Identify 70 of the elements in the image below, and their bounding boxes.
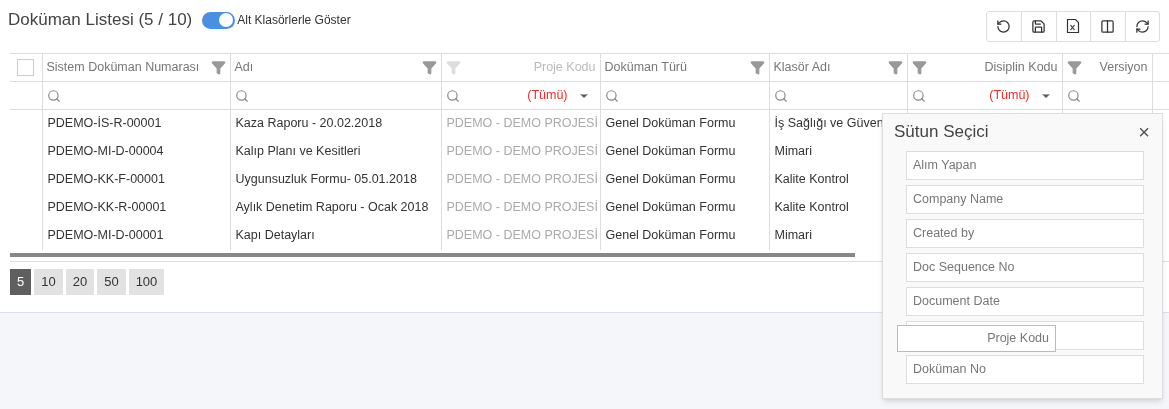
page-size-button[interactable]: 100 <box>128 268 165 295</box>
search-icon <box>234 88 249 103</box>
column-header[interactable]: Doküman Türü <box>600 53 769 82</box>
refresh-icon <box>1134 18 1150 34</box>
filter-value: (Tümü) <box>527 87 568 105</box>
filter-icon[interactable] <box>210 60 226 75</box>
table-cell: Genel Doküman Formu <box>605 228 736 243</box>
filter-icon[interactable] <box>887 60 903 75</box>
column-item[interactable]: Created by <box>906 219 1144 248</box>
table-cell: PDEMO-MI-D-00001 <box>47 228 164 243</box>
select-all-checkbox[interactable] <box>17 59 35 76</box>
page-size-button[interactable]: 10 <box>34 268 63 295</box>
search-icon <box>773 88 788 103</box>
table-cell: Genel Doküman Formu <box>605 144 736 159</box>
table-cell: PDEMO - DEMO PROJESİ <box>446 144 598 159</box>
column-header[interactable]: Sistem Doküman Numarası <box>42 53 230 82</box>
column-item[interactable]: Doc Sequence No <box>906 253 1144 282</box>
column-item[interactable]: Alım Yapan <box>906 151 1144 180</box>
table-cell: Kaza Raporu - 20.02.2018 <box>235 116 383 131</box>
table-cell: PDEMO-MI-D-00004 <box>47 144 164 159</box>
page-size-button[interactable]: 20 <box>65 268 95 295</box>
column-header[interactable]: Disiplin Kodu <box>907 53 1062 82</box>
table-cell: Mimari <box>774 228 812 243</box>
table-cell: Aylık Denetim Raporu - Ocak 2018 <box>235 200 429 215</box>
toggle-label: Alt Klasörlerle Göster <box>237 12 351 29</box>
table-cell: PDEMO - DEMO PROJESİ <box>446 116 598 131</box>
dragged-column-header[interactable]: Proje Kodu <box>897 325 1056 352</box>
table-cell: PDEMO - DEMO PROJESİ <box>446 228 598 243</box>
search-icon <box>46 88 61 103</box>
column-item[interactable]: Document Date <box>906 287 1144 316</box>
table-cell: PDEMO-KK-R-00001 <box>47 200 167 215</box>
search-icon <box>445 88 460 103</box>
table-cell: Mimari <box>774 144 812 159</box>
table-cell: PDEMO-İS-R-00001 <box>47 116 162 131</box>
column-header[interactable]: Adı <box>230 53 441 82</box>
filter-value: (Tümü) <box>989 87 1030 105</box>
table-cell: Genel Doküman Formu <box>605 172 736 187</box>
column-item[interactable]: Company Name <box>906 185 1144 214</box>
table-cell: Kapı Detayları <box>235 228 315 243</box>
page-title: Doküman Listesi (5 / 10) <box>8 9 193 32</box>
horizontal-scrollbar[interactable] <box>10 252 855 257</box>
search-icon <box>604 88 619 103</box>
filter-icon[interactable] <box>749 60 765 75</box>
page-size-button[interactable]: 5 <box>10 268 32 295</box>
page-size-button[interactable]: 50 <box>97 268 126 295</box>
close-button[interactable]: × <box>1138 122 1150 142</box>
toggle-switch[interactable] <box>202 11 236 29</box>
table-cell: Genel Doküman Formu <box>605 200 736 215</box>
spreadsheet-icon <box>1066 18 1081 34</box>
filter-field[interactable]: (Tümü) <box>907 81 1062 110</box>
filter-icon[interactable] <box>421 60 437 75</box>
save-icon <box>1031 18 1047 34</box>
table-cell: Kalite Kontrol <box>774 172 849 187</box>
table-cell: PDEMO - DEMO PROJESİ <box>446 172 598 187</box>
filter-icon[interactable] <box>911 60 927 75</box>
table-cell: PDEMO - DEMO PROJESİ <box>446 200 598 215</box>
panel-title: Sütun Seçici <box>894 121 989 144</box>
filter-icon[interactable] <box>1066 60 1082 75</box>
column-item[interactable]: Doküman No <box>906 355 1144 384</box>
columns-icon <box>1100 18 1116 34</box>
search-icon <box>911 88 926 103</box>
table-cell: Uygunsuzluk Formu- 05.01.2018 <box>235 172 417 187</box>
column-header[interactable]: Klasör Adı <box>769 53 907 82</box>
search-icon <box>1066 88 1081 103</box>
undo-icon <box>996 18 1012 34</box>
table-cell: Kalite Kontrol <box>774 200 849 215</box>
column-header[interactable]: Versiyon <box>1062 53 1152 82</box>
table-cell: PDEMO-KK-F-00001 <box>47 172 165 187</box>
table-cell: Kalıp Planı ve Kesitleri <box>235 144 361 159</box>
table-cell: Genel Doküman Formu <box>605 116 736 131</box>
